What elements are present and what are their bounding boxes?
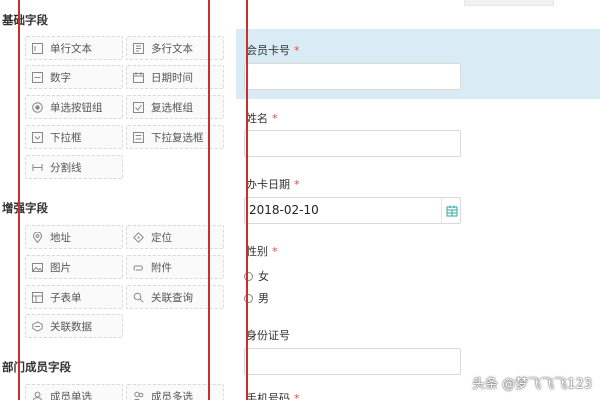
member-icon <box>32 391 43 400</box>
datetime-icon <box>133 71 144 83</box>
number-icon <box>32 71 43 83</box>
red-marker-line-left <box>18 0 20 400</box>
red-marker-line-mid <box>208 0 210 400</box>
watermark: 头条 @梦飞飞飞123 <box>472 377 592 392</box>
group-title-enhanced: 增强字段 <box>2 201 48 215</box>
field-link-data[interactable]: 关联数据 <box>25 314 123 338</box>
dropdown-checkbox-icon <box>133 131 144 143</box>
group-title-department-member: 部门成员字段 <box>2 360 71 374</box>
name-input[interactable] <box>244 130 461 157</box>
link-search-icon <box>133 292 144 303</box>
id-number-input[interactable] <box>244 348 461 375</box>
field-single-line-text[interactable]: 单行文本 <box>25 36 123 60</box>
dropdown-icon <box>32 131 43 143</box>
field-address[interactable]: 地址 <box>25 225 123 249</box>
attachment-icon <box>133 262 144 273</box>
subform-icon <box>32 291 43 303</box>
field-image[interactable]: 图片 <box>25 255 123 279</box>
link-data-icon <box>32 320 43 332</box>
field-label-id-number: 身份证号 <box>246 329 290 342</box>
field-label-card-date: 办卡日期 * <box>246 178 300 191</box>
checkbox-group-icon <box>133 101 144 113</box>
field-radio-group[interactable]: 单选按钮组 <box>25 95 123 119</box>
radio-group-icon <box>32 101 43 113</box>
members-icon <box>133 391 144 400</box>
field-dropdown[interactable]: 下拉框 <box>25 125 123 149</box>
single-line-text-icon <box>32 42 43 54</box>
divider-icon <box>32 162 43 173</box>
red-marker-line-right <box>246 0 248 400</box>
group-title-basic: 基础字段 <box>2 13 48 27</box>
field-palette: 基础字段 单行文本 多行文本 数字 日期时间 单选按钮组 复选框组 下拉框 下拉… <box>0 0 236 400</box>
field-label-name: 姓名 * <box>246 112 278 125</box>
field-member-single[interactable]: 成员单选 <box>25 384 123 400</box>
target-icon <box>133 231 144 243</box>
field-number[interactable]: 数字 <box>25 65 123 89</box>
field-label-gender: 性别 * <box>246 245 278 258</box>
card-date-input[interactable]: 2018-02-10 <box>244 197 461 224</box>
field-label-phone: 手机号码 * <box>246 392 300 400</box>
field-divider[interactable]: 分割线 <box>25 155 123 179</box>
location-pin-icon <box>32 231 43 243</box>
form-canvas: 会员卡号 * 姓名 * 办卡日期 * 2018-02-10 性别 * 女 男 身份证号 … <box>236 0 600 400</box>
image-icon <box>32 262 43 273</box>
field-label-card-number: 会员卡号 * <box>246 44 300 57</box>
top-toolbar-edge <box>464 0 554 6</box>
card-number-input[interactable] <box>244 63 461 90</box>
field-subform[interactable]: 子表单 <box>25 285 123 309</box>
multi-line-text-icon <box>133 42 144 54</box>
calendar-icon[interactable] <box>441 198 461 223</box>
